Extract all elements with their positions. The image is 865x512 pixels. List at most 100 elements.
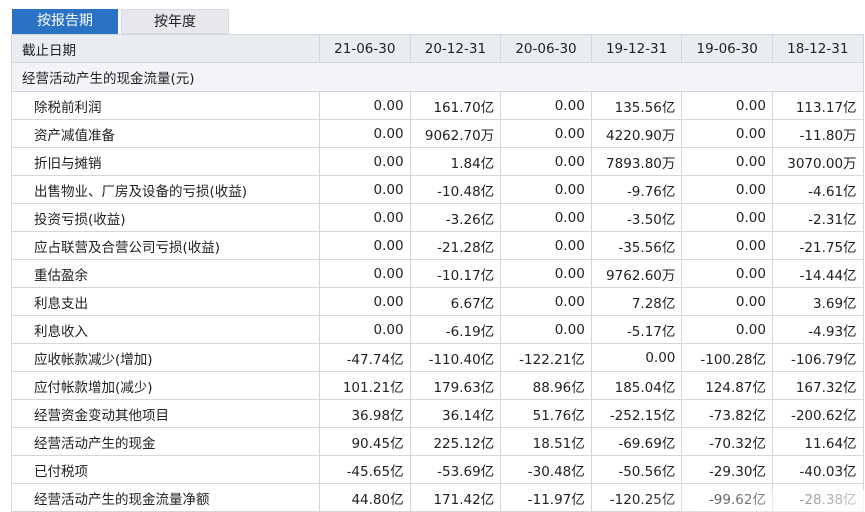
value-cell: -6.19亿	[409, 315, 502, 344]
value-cell: 0.00	[681, 315, 773, 344]
row-label: 资产减值准备	[11, 119, 320, 148]
value-cell: -28.38亿	[771, 483, 864, 512]
table-row: 已付税项 -45.65亿 -53.69亿 -30.48亿 -50.56亿 -29.30亿 -…	[11, 455, 864, 484]
value-cell: 0.00	[590, 343, 683, 372]
table-row: 应付帐款增加(减少) 101.21亿 179.63亿 88.96亿 185.04亿 124…	[11, 371, 864, 400]
table-row: 折旧与摊销 0.00 1.84亿 0.00 7893.80万 0.00 3070.00万	[11, 147, 864, 176]
value-cell: 0.00	[319, 203, 411, 232]
row-label: 应收帐款减少(增加)	[11, 343, 320, 372]
value-cell: 225.12亿	[409, 427, 502, 456]
value-cell: 3.69亿	[771, 287, 864, 316]
value-cell: 9762.60万	[590, 259, 683, 288]
tab-by-report-period[interactable]: 按报告期	[12, 9, 118, 34]
tab-by-year[interactable]: 按年度	[121, 9, 229, 34]
value-cell: 101.21亿	[319, 371, 411, 400]
row-label: 应占联营及合营公司亏损(收益)	[11, 231, 320, 260]
value-cell: 0.00	[319, 175, 411, 204]
header-date: 21-06-30	[319, 34, 411, 63]
header-date: 19-12-31	[590, 34, 683, 63]
row-label: 除税前利润	[11, 91, 320, 120]
value-cell: 0.00	[500, 203, 592, 232]
value-cell: 90.45亿	[319, 427, 411, 456]
value-cell: -4.61亿	[771, 175, 864, 204]
value-cell: 171.42亿	[409, 483, 502, 512]
value-cell: 0.00	[681, 119, 773, 148]
value-cell: -40.03亿	[771, 455, 864, 484]
row-label: 经营活动产生的现金流量净额	[11, 483, 320, 512]
table-row: 利息收入 0.00 -6.19亿 0.00 -5.17亿 0.00 -4.93亿	[11, 315, 864, 344]
value-cell: 135.56亿	[590, 91, 683, 120]
section-row: 经营活动产生的现金流量(元)	[11, 62, 864, 92]
value-cell: 88.96亿	[500, 371, 592, 400]
value-cell: 0.00	[319, 91, 411, 120]
value-cell: 185.04亿	[590, 371, 683, 400]
table-row: 出售物业、厂房及设备的亏损(收益) 0.00 -10.48亿 0.00 -9.76亿 0.…	[11, 175, 864, 204]
cash-flow-table: 截止日期 21-06-30 20-12-31 20-06-30 19-12-31…	[11, 34, 864, 512]
value-cell: -73.82亿	[681, 399, 773, 428]
value-cell: -47.74亿	[319, 343, 411, 372]
value-cell: 0.00	[319, 259, 411, 288]
value-cell: -11.97亿	[500, 483, 592, 512]
table-row: 应收帐款减少(增加) -47.74亿 -110.40亿 -122.21亿 0.00 -10…	[11, 343, 864, 372]
value-cell: 18.51亿	[500, 427, 592, 456]
value-cell: -9.76亿	[590, 175, 683, 204]
header-date: 20-06-30	[500, 34, 592, 63]
table-row: 经营资金变动其他项目 36.98亿 36.14亿 51.76亿 -252.15亿 -73.…	[11, 399, 864, 428]
table-row: 除税前利润 0.00 161.70亿 0.00 135.56亿 0.00 113.17亿	[11, 91, 864, 120]
value-cell: -50.56亿	[590, 455, 683, 484]
section-title: 经营活动产生的现金流量(元)	[11, 62, 864, 92]
table-row: 利息支出 0.00 6.67亿 0.00 7.28亿 0.00 3.69亿	[11, 287, 864, 316]
row-label: 经营活动产生的现金	[11, 427, 320, 456]
value-cell: 124.87亿	[681, 371, 773, 400]
value-cell: 36.14亿	[409, 399, 502, 428]
value-cell: -30.48亿	[500, 455, 592, 484]
value-cell: 11.64亿	[771, 427, 864, 456]
row-label: 经营资金变动其他项目	[11, 399, 320, 428]
value-cell: -29.30亿	[681, 455, 773, 484]
value-cell: -200.62亿	[771, 399, 864, 428]
value-cell: -120.25亿	[590, 483, 683, 512]
value-cell: 0.00	[500, 119, 592, 148]
value-cell: -3.50亿	[590, 203, 683, 232]
row-label: 出售物业、厂房及设备的亏损(收益)	[11, 175, 320, 204]
value-cell: 0.00	[500, 287, 592, 316]
value-cell: -4.93亿	[771, 315, 864, 344]
value-cell: 0.00	[319, 147, 411, 176]
value-cell: 0.00	[319, 119, 411, 148]
value-cell: 0.00	[319, 287, 411, 316]
value-cell: -10.17亿	[409, 259, 502, 288]
table-row: 经营活动产生的现金 90.45亿 225.12亿 18.51亿 -69.69亿 -70.3…	[11, 427, 864, 456]
table-row: 投资亏损(收益) 0.00 -3.26亿 0.00 -3.50亿 0.00 -2.31亿	[11, 203, 864, 232]
value-cell: 51.76亿	[500, 399, 592, 428]
value-cell: -21.75亿	[771, 231, 864, 260]
row-label: 利息支出	[11, 287, 320, 316]
value-cell: -5.17亿	[590, 315, 683, 344]
value-cell: 7.28亿	[590, 287, 683, 316]
row-label: 投资亏损(收益)	[11, 203, 320, 232]
value-cell: -11.80万	[771, 119, 864, 148]
row-label: 利息收入	[11, 315, 320, 344]
value-cell: 0.00	[319, 315, 411, 344]
table-row: 应占联营及合营公司亏损(收益) 0.00 -21.28亿 0.00 -35.56亿 0.0…	[11, 231, 864, 260]
value-cell: -3.26亿	[409, 203, 502, 232]
value-cell: -106.79亿	[771, 343, 864, 372]
period-tabs: 按报告期 按年度	[0, 0, 865, 34]
value-cell: 167.32亿	[771, 371, 864, 400]
value-cell: 1.84亿	[409, 147, 502, 176]
header-date: 19-06-30	[681, 34, 773, 63]
value-cell: 0.00	[681, 287, 773, 316]
value-cell: 0.00	[681, 147, 773, 176]
value-cell: 3070.00万	[771, 147, 864, 176]
value-cell: -14.44亿	[771, 259, 864, 288]
value-cell: 179.63亿	[409, 371, 502, 400]
value-cell: -70.32亿	[681, 427, 773, 456]
value-cell: 161.70亿	[409, 91, 502, 120]
value-cell: 0.00	[500, 175, 592, 204]
table-row: 重估盈余 0.00 -10.17亿 0.00 9762.60万 0.00 -14.44亿	[11, 259, 864, 288]
header-label: 截止日期	[11, 34, 320, 63]
value-cell: 9062.70万	[409, 119, 502, 148]
value-cell: -35.56亿	[590, 231, 683, 260]
row-label: 已付税项	[11, 455, 320, 484]
value-cell: 0.00	[319, 231, 411, 260]
row-label: 重估盈余	[11, 259, 320, 288]
